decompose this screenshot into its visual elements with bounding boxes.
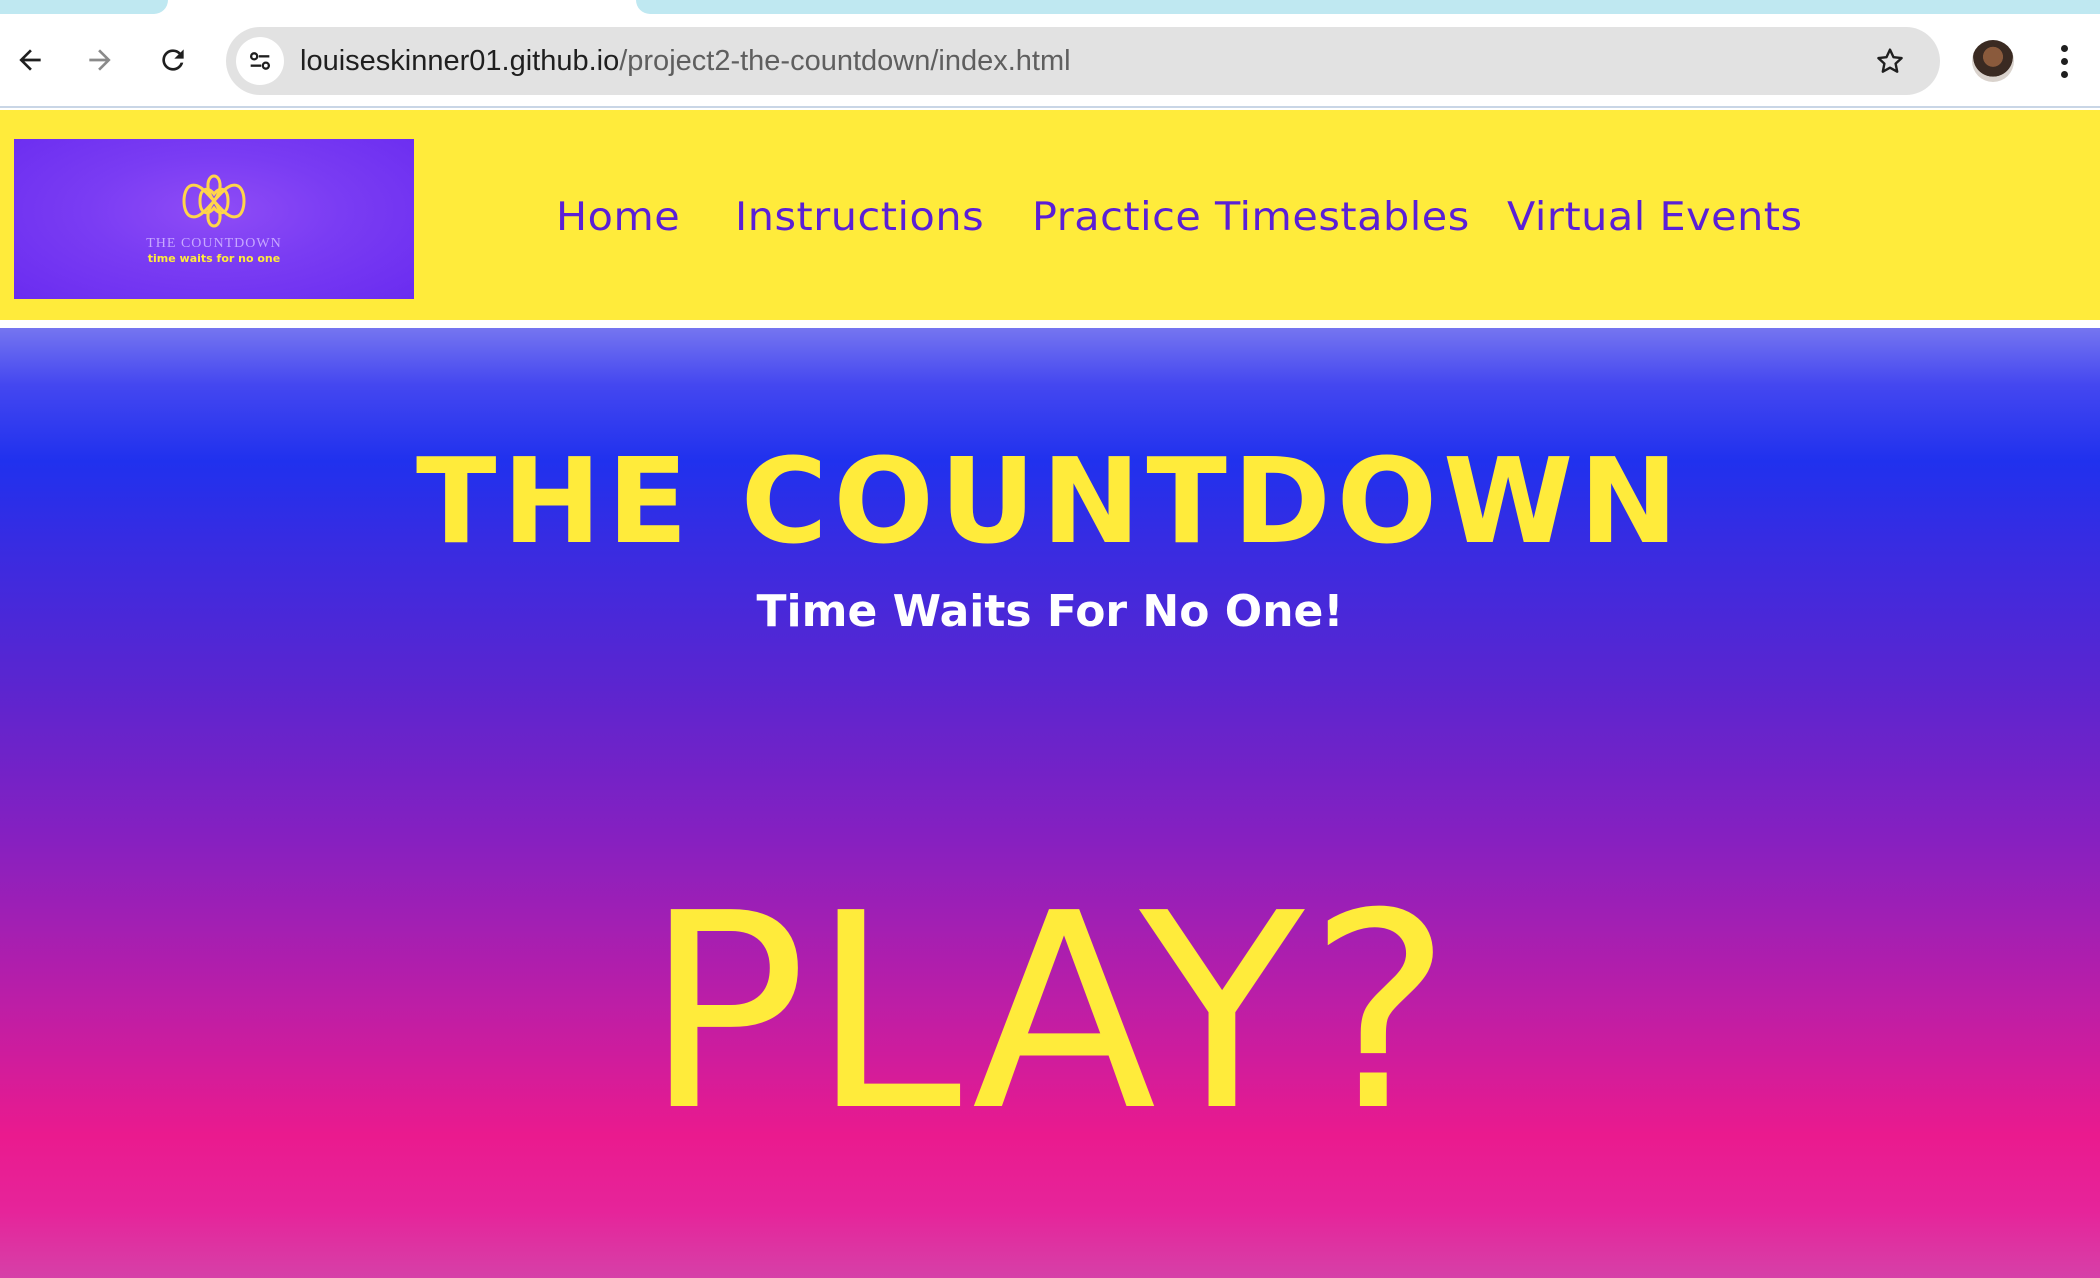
url-host: louiseskinner01.github.io: [300, 45, 620, 77]
site-info-button[interactable]: [236, 37, 284, 85]
nav-virtual-events[interactable]: Virtual Events: [1507, 195, 1803, 240]
tab-strip: [0, 0, 2100, 16]
avatar[interactable]: [1972, 40, 2014, 82]
url-text[interactable]: louiseskinner01.github.io/project2-the-c…: [300, 27, 1071, 95]
nav-practice-timestables[interactable]: Practice Timestables: [1032, 195, 1470, 240]
tab-left[interactable]: [0, 0, 168, 14]
page-title: THE COUNTDOWN: [415, 432, 1685, 570]
address-bar[interactable]: louiseskinner01.github.io/project2-the-c…: [226, 27, 1940, 95]
tab-right[interactable]: [636, 0, 2100, 14]
play-button[interactable]: PLAY?: [0, 868, 2100, 1158]
browser-toolbar: louiseskinner01.github.io/project2-the-c…: [0, 16, 2100, 108]
tune-icon: [249, 52, 271, 70]
logo-tagline: time waits for no one: [147, 252, 281, 265]
nav-home[interactable]: Home: [556, 195, 680, 240]
reload-icon: [162, 49, 184, 71]
more-vert-icon[interactable]: [2044, 36, 2084, 86]
arrow-right-icon: [89, 49, 111, 71]
nav-instructions[interactable]: Instructions: [735, 195, 984, 240]
page-subtitle: Time Waits For No One!: [756, 586, 1344, 637]
main-nav: Home Instructions Practice Timestables V…: [556, 110, 1802, 324]
site-header: THE COUNTDOWN time waits for no one Home…: [0, 110, 2100, 324]
arrow-left-icon: [19, 49, 41, 71]
hero-section: THE COUNTDOWN Time Waits For No One! PLA…: [0, 328, 2100, 1278]
logo-title: THE COUNTDOWN: [146, 236, 282, 251]
url-path: /project2-the-countdown/index.html: [619, 45, 1071, 77]
reload-button[interactable]: [145, 32, 201, 88]
infinity-knot-icon: [182, 174, 246, 228]
star-icon: [1877, 48, 1903, 73]
forward-button[interactable]: [72, 32, 128, 88]
back-button[interactable]: [2, 32, 58, 88]
bookmark-button[interactable]: [1870, 41, 1910, 81]
site-logo[interactable]: THE COUNTDOWN time waits for no one: [14, 139, 414, 299]
